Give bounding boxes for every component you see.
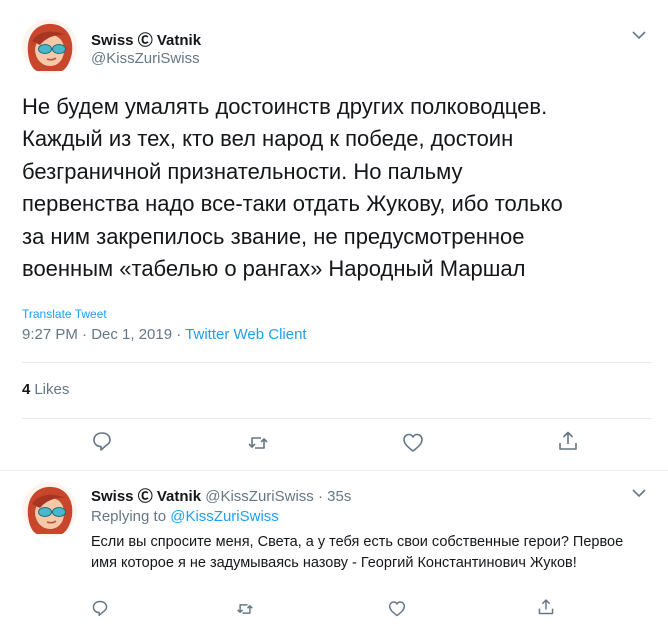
likes-count: 4 <box>22 381 31 398</box>
tweet-meta: 9:27 PM · Dec 1, 2019 · Twitter Web Clie… <box>22 326 307 343</box>
author-name[interactable]: Swiss Ⓒ Vatnik <box>91 488 201 505</box>
likes-label: Likes <box>34 381 70 398</box>
timestamp[interactable]: 35s <box>327 488 351 505</box>
timestamp[interactable]: 9:27 PM · Dec 1, 2019 <box>22 326 172 343</box>
divider <box>0 470 668 471</box>
reply-header: Swiss Ⓒ Vatnik @KissZuriSwiss · 35s <box>91 485 351 506</box>
likes-stat[interactable]: 4 Likes <box>22 381 69 398</box>
share-icon[interactable] <box>557 430 579 452</box>
retweet-icon[interactable] <box>236 600 254 618</box>
replying-prefix: Replying to <box>91 508 167 525</box>
divider <box>22 362 652 363</box>
replying-to: Replying to @KissZuriSwiss <box>91 508 279 525</box>
avatar[interactable] <box>22 19 77 74</box>
replying-handle-link[interactable]: @KissZuriSwiss <box>170 508 279 525</box>
meta-separator: · <box>172 326 186 343</box>
translate-link[interactable]: Translate Tweet <box>22 307 107 321</box>
avatar[interactable] <box>22 482 77 537</box>
retweet-icon[interactable] <box>247 432 269 454</box>
tweet-text: Если вы спросите меня, Света, а у тебя е… <box>91 534 624 571</box>
like-icon[interactable] <box>402 432 424 454</box>
client-link[interactable]: Twitter Web Client <box>185 326 306 343</box>
share-icon[interactable] <box>537 598 555 616</box>
reply-icon[interactable] <box>91 599 109 617</box>
chevron-down-icon[interactable] <box>632 30 646 40</box>
author-handle[interactable]: @KissZuriSwiss <box>205 488 314 505</box>
like-icon[interactable] <box>388 600 406 618</box>
author-name[interactable]: Swiss Ⓒ Vatnik <box>91 29 201 50</box>
reply-icon[interactable] <box>91 430 113 452</box>
tweet-text: Не будем умалять достоинств других полко… <box>22 94 563 282</box>
tweet-thread: Swiss Ⓒ Vatnik @KissZuriSwiss Не будем у… <box>0 0 668 643</box>
author-handle[interactable]: @KissZuriSwiss <box>91 50 200 67</box>
chevron-down-icon[interactable] <box>632 488 646 498</box>
meta-separator: · <box>317 488 323 505</box>
divider <box>22 418 652 419</box>
